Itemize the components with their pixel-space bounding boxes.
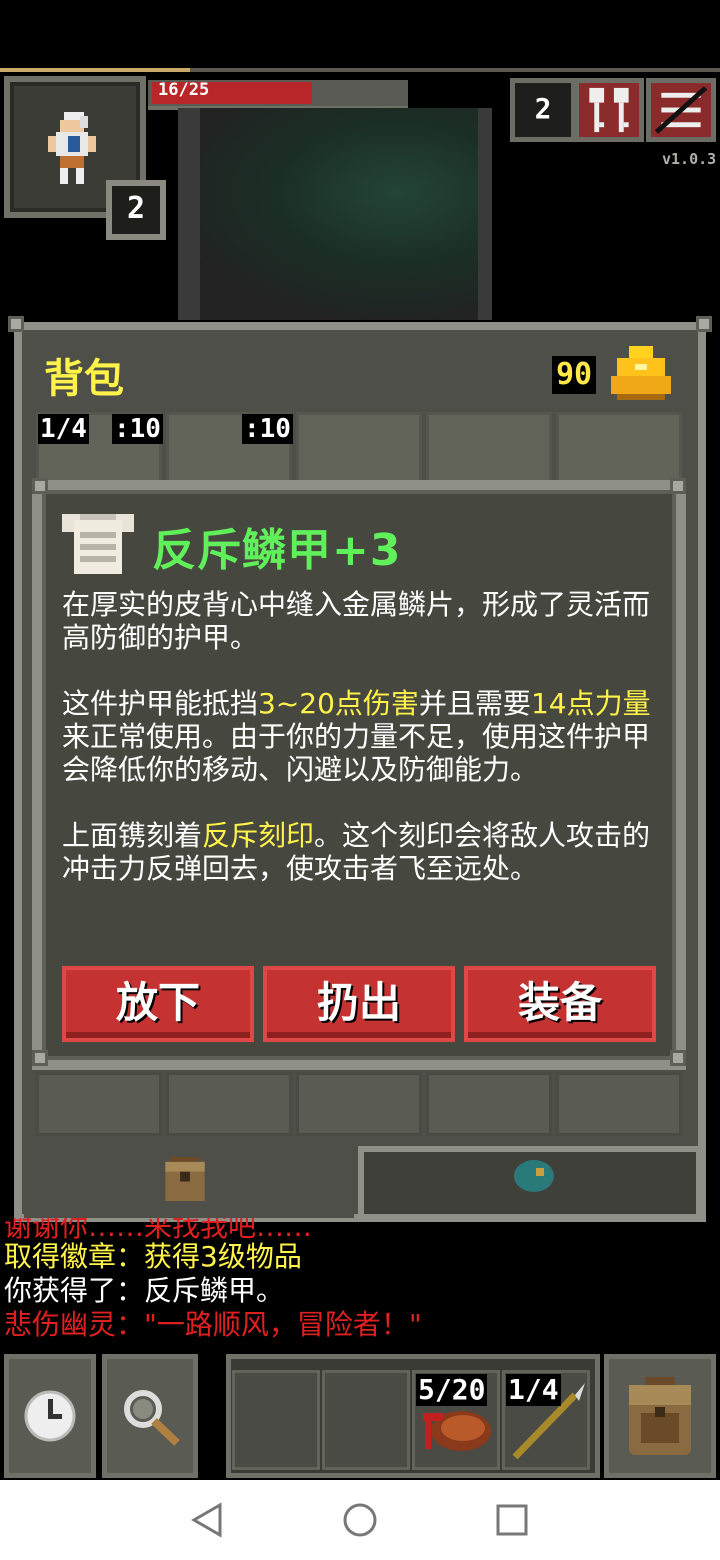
log-line: 谢谢你……来找我吧……	[4, 1218, 313, 1240]
menu-button[interactable]	[646, 78, 716, 142]
gold-pile-icon	[611, 346, 671, 400]
hp-text: 16/25	[158, 80, 210, 100]
quickslot-count: 5/20	[416, 1373, 488, 1406]
recents-square-icon[interactable]	[496, 1504, 528, 1536]
home-circle-icon[interactable]	[342, 1502, 378, 1538]
item-description: 在厚实的皮背心中缝入金属鳞片，形成了灵活而高防御的护甲。 这件护甲能抵挡3~20…	[62, 588, 662, 918]
backpack-title: 背包	[44, 356, 124, 402]
wait-button[interactable]	[4, 1354, 96, 1478]
journal-button[interactable]	[574, 78, 644, 142]
highlight-damage: 3~20点伤害	[258, 687, 419, 720]
window-corner	[696, 316, 712, 332]
log-line: 你获得了：反斥鳞甲。	[4, 1274, 285, 1307]
backpack-slot[interactable]	[36, 1072, 162, 1136]
log-line: 悲伤幽灵："一路顺风，冒险者！"	[4, 1308, 422, 1341]
backpack-slot[interactable]	[426, 1072, 552, 1136]
item-name: 反斥鳞甲+3	[152, 525, 402, 576]
menu-icon	[654, 86, 708, 134]
throw-button[interactable]: 扔出	[263, 966, 455, 1042]
slot-count: :10	[112, 414, 163, 444]
quickslot[interactable]	[322, 1370, 410, 1470]
quickslot-count: 1/4	[506, 1373, 561, 1406]
slot-count: :10	[242, 414, 293, 444]
scale-armor-icon	[62, 514, 134, 574]
drop-button[interactable]: 放下	[62, 966, 254, 1042]
depth-indicator: 2	[510, 78, 576, 142]
magnifier-icon	[124, 1390, 180, 1446]
game-log: 谢谢你……来找我吧…… 取得徽章：获得3级物品 你获得了：反斥鳞甲。 悲伤幽灵：…	[4, 1218, 716, 1342]
dialog-corner	[670, 1050, 686, 1066]
description-paragraph: 在厚实的皮背心中缝入金属鳞片，形成了灵活而高防御的护甲。	[62, 588, 651, 654]
system-navigation-bar	[0, 1480, 720, 1560]
seed-icon	[514, 1160, 554, 1192]
backpack-slot[interactable]	[296, 1072, 422, 1136]
description-paragraph: 上面镌刻着反斥刻印。这个刻印会将敌人攻击的冲击力反弹回去，使攻击者飞至远处。	[62, 819, 651, 885]
dialog-corner	[670, 478, 686, 494]
quickslot[interactable]	[232, 1370, 320, 1470]
highlight-strength: 14点力量	[530, 687, 651, 720]
hero-level-badge: 2	[106, 180, 166, 240]
dialog-corner	[32, 1050, 48, 1066]
slot-count: 1/4	[38, 414, 89, 444]
backpack-slot[interactable]	[166, 1072, 292, 1136]
gold-amount: 90	[552, 356, 597, 394]
highlight-glyph: 反斥刻印	[202, 819, 315, 852]
dungeon-view[interactable]	[178, 108, 492, 320]
dialog-corner	[32, 478, 48, 494]
keys-journal-icon	[589, 87, 629, 133]
experience-bar	[0, 68, 190, 72]
description-paragraph: 这件护甲能抵挡3~20点伤害并且需要14点力量来正常使用。由于你的力量不足，使用…	[62, 687, 651, 786]
back-triangle-icon[interactable]	[190, 1502, 224, 1538]
backpack-icon	[629, 1377, 691, 1455]
hero-sprite-icon	[48, 112, 96, 184]
version-label: v1.0.3	[662, 150, 717, 168]
window-corner	[8, 316, 24, 332]
inventory-button[interactable]	[604, 1354, 716, 1478]
backpack-slot[interactable]	[556, 1072, 682, 1136]
log-line: 取得徽章：获得3级物品	[4, 1240, 302, 1273]
search-button[interactable]	[102, 1354, 198, 1478]
equip-button[interactable]: 装备	[464, 966, 656, 1042]
clock-icon	[24, 1390, 76, 1442]
pouch-icon	[165, 1156, 205, 1202]
